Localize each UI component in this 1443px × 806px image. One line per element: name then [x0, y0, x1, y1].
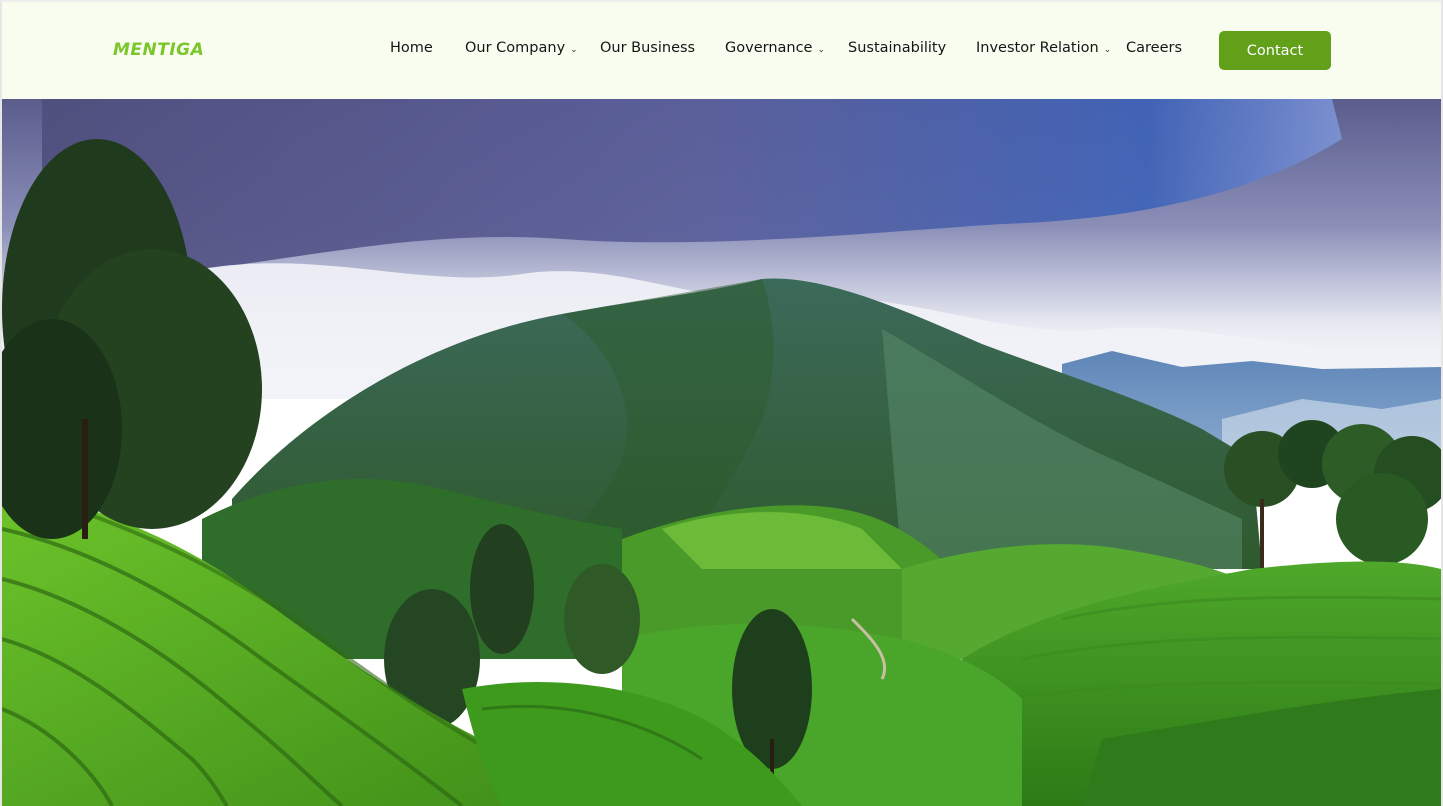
nav-item-our-company[interactable]: Our Company ⌄	[465, 40, 578, 56]
nav-item-careers[interactable]: Careers	[1126, 40, 1182, 56]
nav-item-sustainability[interactable]: Sustainability	[848, 40, 946, 56]
nav-item-label: Sustainability	[848, 40, 947, 56]
nav-item-label: Investor Relation	[976, 40, 1099, 56]
nav-item-governance[interactable]: Governance ⌄	[725, 40, 825, 56]
nav-item-our-business[interactable]: Our Business	[600, 40, 695, 56]
chevron-down-icon: ⌄	[1103, 44, 1112, 55]
nav-item-label: Our Company	[465, 40, 566, 56]
nav-item-label: Governance	[725, 40, 813, 56]
landscape-photo-icon	[2, 99, 1441, 806]
nav-item-investor-relation[interactable]: Investor Relation ⌄	[976, 40, 1111, 56]
contact-button[interactable]: Contact	[1219, 31, 1331, 70]
hero-landscape-image	[2, 99, 1441, 806]
chevron-down-icon: ⌄	[817, 44, 826, 55]
nav-item-label: Careers	[1126, 40, 1183, 56]
chevron-down-icon: ⌄	[570, 44, 578, 55]
nav-item-label: Our Business	[600, 40, 696, 56]
nav-item-label: Home	[390, 40, 433, 56]
nav-item-home[interactable]: Home	[390, 40, 433, 56]
site-header: MENTIGA Home Our Company ⌄ Our Business …	[2, 2, 1441, 99]
